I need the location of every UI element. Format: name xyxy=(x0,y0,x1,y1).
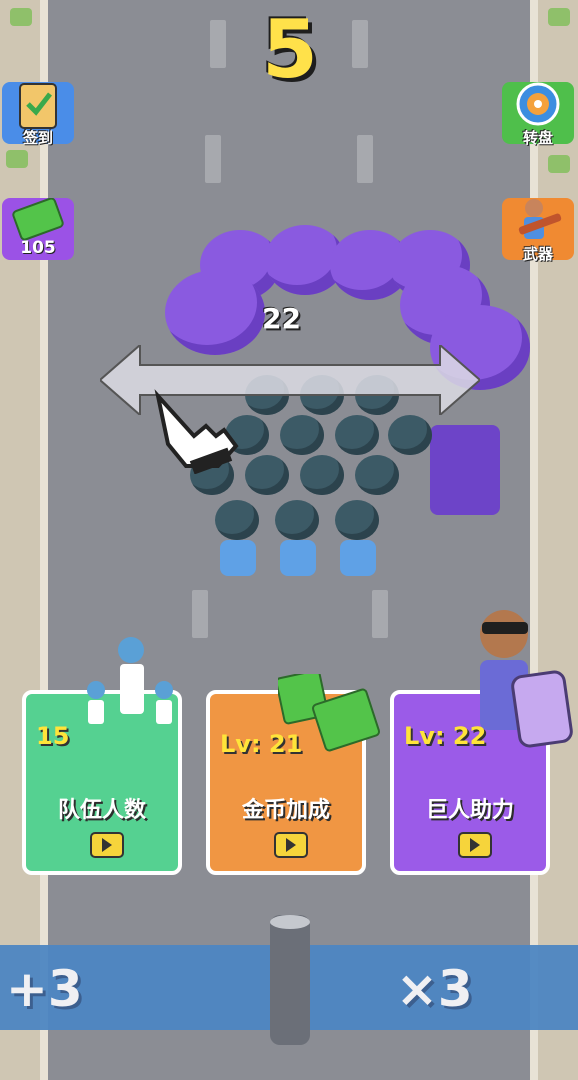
giant-helmet xyxy=(165,270,265,355)
gate-post-top xyxy=(270,915,310,929)
bush xyxy=(6,150,28,168)
score-counter: 5 xyxy=(262,3,318,96)
soldier xyxy=(245,455,289,495)
bush xyxy=(548,8,570,26)
upgrade-card-team-size[interactable]: 15 队伍人数 xyxy=(22,637,182,875)
soldier xyxy=(355,455,399,495)
gate-plus-label: +3 xyxy=(6,960,83,1018)
pointer-hand-icon xyxy=(154,389,239,474)
checkin-label: 签到 xyxy=(22,129,53,147)
soldier xyxy=(280,415,324,455)
cash-amount: 105 xyxy=(20,238,56,258)
gate-multiply-label: ×3 xyxy=(396,960,473,1018)
giant-helper-level: Lv: 22 xyxy=(404,722,487,750)
bush xyxy=(548,155,570,173)
crowd-count: 22 xyxy=(262,302,301,335)
upgrade-card-giant-helper[interactable]: Lv: 22 巨人助力 xyxy=(390,610,573,875)
video-ad-icon xyxy=(274,832,308,858)
lane-marking xyxy=(205,135,221,183)
bush xyxy=(10,8,32,26)
spin-wheel-icon xyxy=(516,82,560,126)
coin-bonus-level: Lv: 21 xyxy=(220,730,303,758)
giant-helper-title: 巨人助力 xyxy=(425,798,514,823)
video-ad-icon xyxy=(90,832,124,858)
video-ad-icon xyxy=(458,832,492,858)
soldier xyxy=(300,455,344,495)
curb-left xyxy=(40,0,48,1080)
lane-marking xyxy=(210,20,226,68)
upgrade-card-coin-bonus[interactable]: Lv: 21 金币加成 xyxy=(206,674,381,875)
soldier-body xyxy=(280,540,316,576)
soldier xyxy=(215,500,259,540)
wheel-label: 转盘 xyxy=(522,129,553,147)
team-size-title: 队伍人数 xyxy=(57,798,146,823)
coin-bonus-title: 金币加成 xyxy=(241,798,330,823)
team-size-value: 15 xyxy=(36,722,70,750)
soldier xyxy=(335,415,379,455)
cash-button[interactable]: 105 xyxy=(2,197,74,260)
curb-right xyxy=(530,0,538,1080)
clipboard-icon xyxy=(19,83,57,129)
soldier xyxy=(335,500,379,540)
team-characters-icon xyxy=(87,637,173,724)
soldier-body xyxy=(340,540,376,576)
giant-body xyxy=(430,425,500,515)
wheel-button[interactable]: 转盘 xyxy=(502,82,574,147)
soldier xyxy=(388,415,432,455)
soldier-body xyxy=(220,540,256,576)
lane-marking xyxy=(352,20,368,68)
checkin-button[interactable]: 签到 xyxy=(2,82,74,147)
lane-marking xyxy=(357,135,373,183)
gate-post xyxy=(270,915,310,1045)
soldier xyxy=(275,500,319,540)
